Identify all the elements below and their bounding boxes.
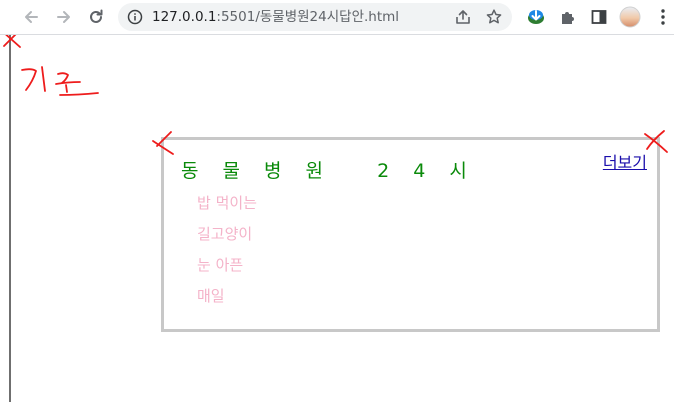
arrow-right-icon [57,11,70,23]
handwriting-stroke [65,84,68,93]
url-text[interactable]: 127.0.0.1:5501/동물병원24시답안.html [152,3,399,31]
site-info-button[interactable] [126,8,144,26]
list-item: 눈 아픈 [197,256,244,274]
reload-icon [90,9,103,23]
share-icon [456,10,470,24]
puzzle-icon [562,12,574,24]
list-item: 밥 먹이는 [197,194,257,212]
info-icon [127,9,143,25]
address-bar[interactable]: 127.0.0.1:5501/동물병원24시답안.html [118,3,512,31]
forward-button[interactable] [51,4,77,30]
list-item: 매일 [197,287,225,305]
back-button[interactable] [18,4,44,30]
star-icon [486,9,502,24]
side-panel-button[interactable] [588,6,610,28]
more-vertical-icon [661,9,665,25]
url-host: 127.0.0.1 [152,9,217,25]
profile-avatar [619,6,641,28]
extensions-button[interactable] [557,6,579,28]
share-button[interactable] [454,8,472,26]
list-item: 길고양이 [197,225,253,243]
handwriting-stroke [41,66,46,92]
side-panel-icon [591,10,607,24]
cross-mark [5,35,21,48]
page-content: 동 물 병 원 2 4 시 더보기 밥 먹이는 길고양이 눈 아픈 매일 [0,35,674,402]
download-manager-icon [528,10,544,24]
item-list: 밥 먹이는 길고양이 눈 아픈 매일 [197,192,257,316]
browser-menu-button[interactable] [652,6,674,28]
url-path: :5501/동물병원24시답안.html [216,9,400,25]
more-link[interactable]: 더보기 [603,149,647,173]
handwriting-stroke [55,81,81,85]
hospital-box: 동 물 병 원 2 4 시 더보기 밥 먹이는 길고양이 눈 아픈 매일 [161,137,660,332]
browser-toolbar: 127.0.0.1:5501/동물병원24시답안.html [0,0,674,35]
page-left-edge [9,35,11,402]
reload-button[interactable] [83,4,109,30]
bookmark-button[interactable] [485,8,503,26]
profile-button[interactable] [619,6,641,28]
handwriting-stroke [21,68,37,91]
handwriting-stroke [59,92,99,96]
handwriting-stroke [57,72,69,84]
cross-mark [3,35,17,47]
arrow-left-icon [25,11,38,23]
download-manager-extension[interactable] [525,6,547,28]
box-title: 동 물 병 원 2 4 시 [181,160,476,182]
